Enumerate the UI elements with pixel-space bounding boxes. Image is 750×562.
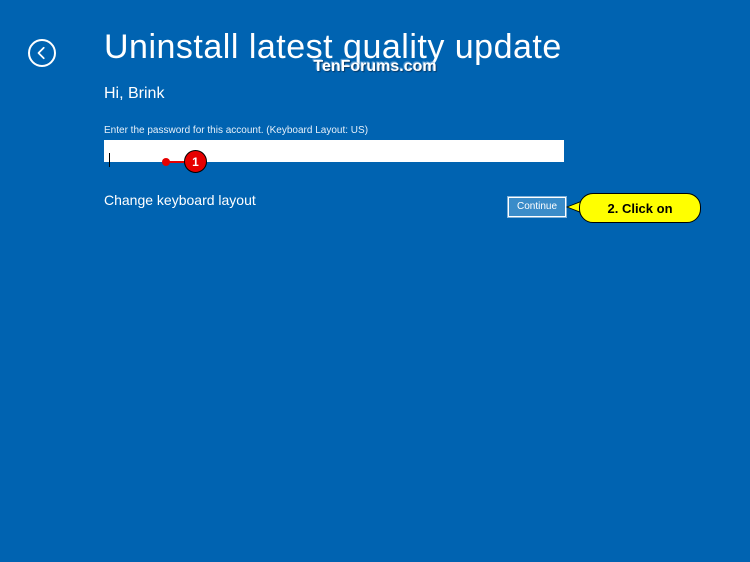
greeting-text: Hi, Brink (104, 85, 564, 103)
back-button[interactable] (28, 39, 56, 67)
password-input[interactable] (104, 140, 564, 162)
annotation-step-1-badge: 1 (184, 150, 207, 173)
main-content: Hi, Brink Enter the password for this ac… (104, 85, 564, 208)
change-keyboard-layout-link[interactable]: Change keyboard layout (104, 192, 564, 208)
annotation-step-2-callout: 2. Click on (579, 193, 701, 223)
page-title: Uninstall latest quality update (104, 28, 562, 67)
continue-button[interactable]: Continue (508, 197, 566, 217)
instruction-text: Enter the password for this account. (Ke… (104, 125, 564, 136)
arrow-left-icon (35, 46, 49, 60)
